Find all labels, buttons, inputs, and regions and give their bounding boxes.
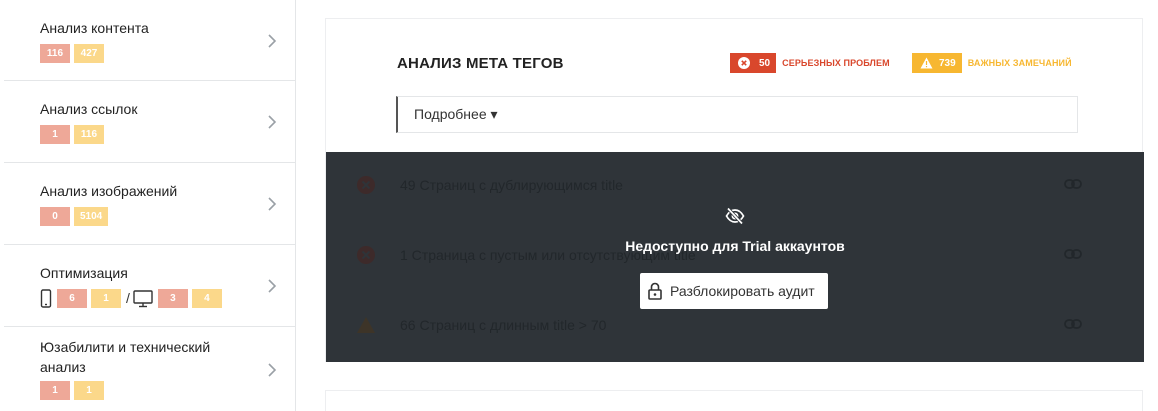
lock-icon (648, 282, 662, 300)
mobile-icon (40, 289, 52, 308)
error-count-badge: 0 (40, 207, 70, 226)
unlock-audit-label: Разблокировать аудит (670, 283, 815, 299)
chevron-right-icon (268, 363, 277, 377)
trial-unavailable-message: Недоступно для Trial аккаунтов (625, 238, 845, 254)
errors-stat: 50 СЕРЬЕЗНЫХ ПРОБЛЕМ (730, 53, 890, 73)
badges: 1 116 (40, 125, 295, 144)
desktop-error-count-badge: 3 (157, 289, 188, 308)
error-circle-icon (738, 57, 750, 69)
sidebar-item-label: Анализ ссылок (40, 101, 138, 117)
eye-off-icon (725, 207, 745, 225)
mobile-error-count-badge: 6 (57, 289, 87, 308)
warning-count-badge: 1 (74, 381, 104, 400)
sidebar-item-label: Оптимизация (40, 265, 128, 281)
sidebar-item-usability[interactable]: Юзабилити и технический анализ 1 1 (4, 327, 295, 411)
meta-tags-card: АНАЛИЗ МЕТА ТЕГОВ 50 СЕРЬЕЗНЫХ ПРОБЛЕМ 7… (325, 18, 1144, 362)
errors-label: СЕРЬЕЗНЫХ ПРОБЛЕМ (782, 58, 890, 68)
trial-lock-overlay: Недоступно для Trial аккаунтов Разблокир… (326, 152, 1144, 362)
details-dropdown[interactable]: Подробнее ▾ (396, 96, 1078, 133)
unlock-audit-button[interactable]: Разблокировать аудит (640, 273, 828, 309)
warning-count-badge: 5104 (74, 207, 109, 226)
badges: 116 427 (40, 44, 295, 63)
warning-count-badge: 427 (74, 44, 104, 63)
warning-triangle-icon (920, 57, 933, 69)
desktop-icon (133, 290, 153, 308)
chevron-right-icon (268, 279, 277, 293)
warning-count-badge: 116 (74, 125, 104, 144)
warnings-count: 739 (939, 57, 956, 69)
errors-count-box: 50 (730, 53, 777, 73)
badges: 0 5104 (40, 207, 295, 226)
desktop-warning-count-badge: 4 (191, 289, 222, 308)
sidebar-item-optimization[interactable]: Оптимизация 6 1 / 3 4 (4, 245, 295, 327)
page-title: АНАЛИЗ МЕТА ТЕГОВ (397, 55, 564, 72)
sidebar: Анализ контента 116 427 Анализ ссылок 1 … (4, 0, 296, 411)
chevron-right-icon (268, 197, 277, 211)
errors-count: 50 (759, 57, 771, 69)
sidebar-item-label: Анализ контента (40, 20, 149, 36)
warnings-count-box: 739 (912, 53, 962, 73)
mobile-warning-count-badge: 1 (91, 289, 121, 308)
sidebar-item-links-analysis[interactable]: Анализ ссылок 1 116 (4, 81, 295, 163)
warnings-stat: 739 ВАЖНЫХ ЗАМЕЧАНИЙ (912, 53, 1072, 73)
sidebar-item-content-analysis[interactable]: Анализ контента 116 427 (4, 0, 295, 81)
sidebar-item-label: Юзабилити и технический анализ (40, 339, 211, 375)
locked-section: 49 Страниц с дублирующимся title 1 Стран… (326, 152, 1144, 362)
badges: 1 1 (40, 381, 295, 400)
badges: 6 1 / 3 4 (40, 289, 295, 308)
error-count-badge: 1 (40, 125, 70, 144)
error-count-badge: 116 (40, 44, 70, 63)
warnings-label: ВАЖНЫХ ЗАМЕЧАНИЙ (967, 58, 1072, 68)
chevron-right-icon (268, 115, 277, 129)
sidebar-item-label: Анализ изображений (40, 183, 178, 199)
next-card (325, 390, 1143, 411)
chevron-right-icon (268, 34, 277, 48)
error-count-badge: 1 (40, 381, 70, 400)
separator: / (126, 290, 130, 306)
sidebar-item-images-analysis[interactable]: Анализ изображений 0 5104 (4, 163, 295, 245)
